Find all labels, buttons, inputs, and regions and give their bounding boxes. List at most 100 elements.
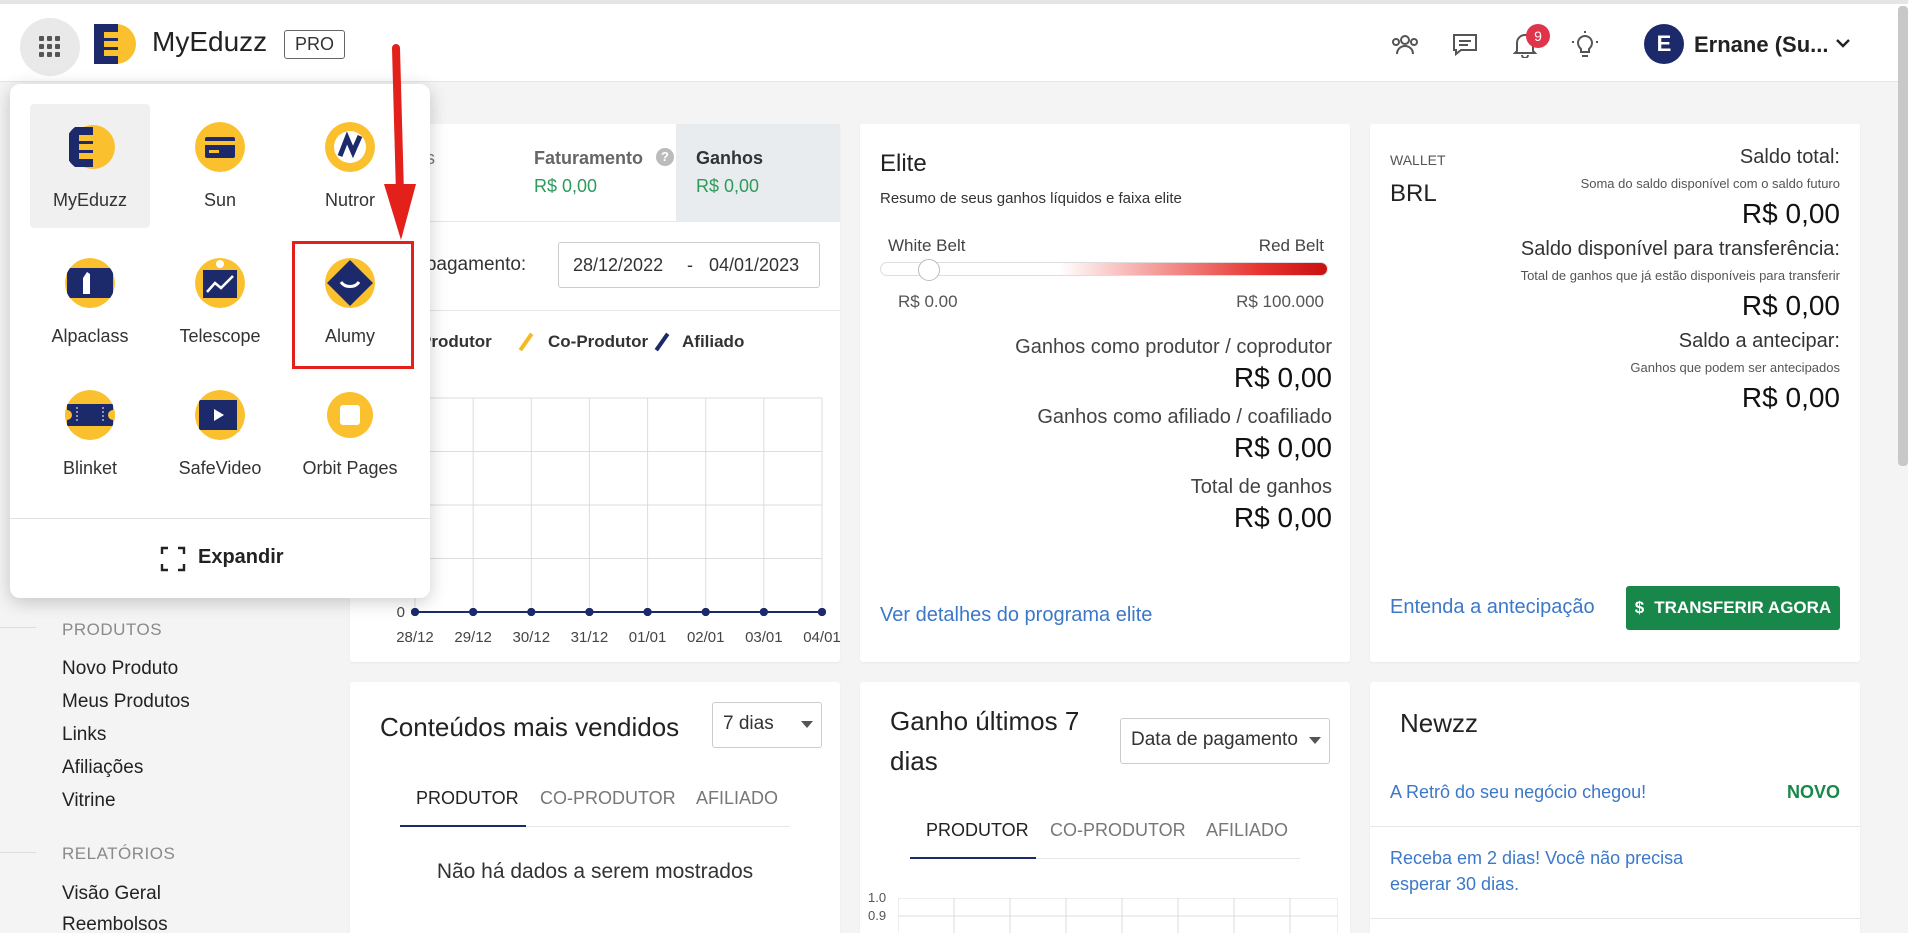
available-balance-value: R$ 0,00 (1741, 290, 1840, 321)
producer-earnings-label: Ganhos como produtor / coprodutor (1015, 336, 1332, 358)
help-icon[interactable]: ? (656, 148, 674, 166)
total-balance-value: R$ 0,00 (1741, 198, 1840, 229)
sidebar-section-produtos: PRODUTOS (62, 620, 163, 639)
sidebar-item-links[interactable]: Links (62, 724, 106, 746)
app-tile-sun[interactable]: Sun (160, 104, 280, 228)
legend-produtor[interactable]: Produtor (420, 332, 492, 352)
chat-icon[interactable] (1450, 30, 1480, 60)
elite-max-value: R$ 100.000 (1236, 292, 1324, 311)
data-point (818, 608, 826, 616)
newzz-card: Newzz A Retrô do seu negócio chegou! NOV… (1370, 682, 1860, 933)
caret-down-icon (1309, 737, 1321, 744)
transfer-now-label: TRANSFERIR AGORA (1654, 598, 1832, 617)
faturamento-label[interactable]: Faturamento (534, 148, 643, 169)
sun-card-icon (195, 122, 245, 172)
sidebar-item-visao-geral[interactable]: Visão Geral (62, 883, 161, 905)
news-item-2-days-line2[interactable]: esperar 30 dias. (1390, 874, 1519, 895)
total-balance-sub: Soma do saldo disponível com o saldo fut… (1580, 176, 1840, 191)
telescope-icon (195, 258, 245, 308)
total-earnings-label: Total de ganhos (1190, 476, 1332, 498)
elite-details-link[interactable]: Ver detalhes do programa elite (880, 604, 1152, 627)
tab-co-produtor[interactable]: CO-PRODUTOR (1050, 820, 1186, 841)
producer-earnings-value: R$ 0,00 (1233, 362, 1332, 393)
date-range-input[interactable]: 28/12/2022 - 04/01/2023 (558, 242, 820, 288)
period-select[interactable]: 7 dias (712, 702, 822, 748)
x-tick-label: 29/12 (454, 629, 492, 646)
gains-7-days-card: Ganho últimos 7 dias Data de pagamento P… (860, 682, 1350, 933)
sidebar-item-reembolsos[interactable]: Reembolsos (62, 914, 168, 933)
top-bar: MyEduzz PRO 9 E Ernane (Su... (0, 0, 1908, 82)
tab-produtor[interactable]: PRODUTOR (926, 820, 1029, 841)
chevron-down-icon[interactable] (1834, 36, 1852, 50)
sidebar-item-meus-produtos[interactable]: Meus Produtos (62, 691, 190, 713)
white-belt-label: White Belt (888, 236, 966, 255)
tab-produtor[interactable]: PRODUTOR (416, 788, 519, 809)
data-point (469, 608, 478, 616)
sidebar-item-vitrine[interactable]: Vitrine (62, 790, 116, 812)
expand-icon[interactable] (160, 546, 186, 572)
x-tick-label: 31/12 (571, 629, 609, 646)
dollar-icon: $ (1634, 598, 1645, 617)
date-to: 04/01/2023 (709, 255, 800, 275)
anticipate-sub: Ganhos que podem ser antecipados (1630, 360, 1840, 375)
tab-co-produtor[interactable]: CO-PRODUTOR (540, 788, 676, 809)
scrollbar[interactable] (1898, 6, 1908, 466)
apps-grid-button[interactable] (20, 18, 80, 76)
app-tile-telescope[interactable]: Telescope (160, 240, 280, 364)
tab-afiliado[interactable]: AFILIADO (696, 788, 778, 809)
empty-state-text: Não há dados a serem mostrados (436, 860, 754, 883)
user-name[interactable]: Ernane (Su... (1694, 32, 1828, 58)
highlight-box (292, 241, 414, 369)
app-tile-safevideo[interactable]: SafeVideo (160, 372, 280, 496)
available-balance-label: Saldo disponível para transferência: (1520, 238, 1840, 260)
eduzz-logo[interactable] (90, 20, 138, 68)
legend-afiliado-swatch (654, 332, 670, 352)
data-point (759, 608, 768, 616)
sidebar-section-relatorios: RELATÓRIOS (62, 844, 176, 863)
app-tile-myeduzz[interactable]: MyEduzz (30, 104, 150, 228)
red-belt-label: Red Belt (1258, 236, 1324, 255)
date-type-select-value: Data de pagamento (1131, 729, 1298, 750)
app-label: Alpaclass (51, 326, 129, 346)
elite-min-value: R$ 0.00 (898, 292, 958, 311)
sidebar-item-afiliacoes[interactable]: Afiliações (62, 757, 143, 779)
news-item-retro[interactable]: A Retrô do seu negócio chegou! (1390, 782, 1646, 803)
sidebar-item-novo-produto[interactable]: Novo Produto (62, 658, 178, 680)
transfer-now-button[interactable]: $ TRANSFERIR AGORA (1626, 586, 1840, 630)
anticipate-label: Saldo a antecipar: (1678, 330, 1840, 352)
legend-afiliado[interactable]: Afiliado (682, 332, 744, 352)
app-tile-blinket[interactable]: Blinket (30, 372, 150, 496)
legend-coprodutor[interactable]: Co-Produtor (548, 332, 648, 352)
app-label: Sun (203, 190, 237, 210)
tab-afiliado[interactable]: AFILIADO (1206, 820, 1288, 841)
gains-title-line2: dias (890, 746, 938, 776)
ganhos-label[interactable]: Ganhos (696, 148, 763, 169)
legend-coprodutor-swatch (518, 332, 534, 352)
app-tile-alpaclass[interactable]: Alpaclass (30, 240, 150, 364)
news-item-2-days-line1[interactable]: Receba em 2 dias! Você não precisa (1390, 848, 1683, 869)
y-tick-label: 1.0 (868, 890, 887, 905)
people-icon[interactable] (1390, 30, 1420, 60)
newzz-title: Newzz (1400, 708, 1479, 738)
active-tab-indicator (400, 825, 526, 827)
lightbulb-icon[interactable] (1570, 30, 1600, 60)
nutror-icon (325, 122, 375, 172)
app-tile-orbit-pages[interactable]: Orbit Pages (290, 372, 410, 496)
app-label: Orbit Pages (302, 458, 398, 478)
date-separator: - (687, 255, 693, 275)
new-badge: NOVO (1786, 782, 1840, 802)
affiliate-earnings-value: R$ 0,00 (1233, 432, 1332, 463)
gains-title-line1: Ganho últimos 7 (890, 706, 1080, 736)
pro-badge: PRO (284, 30, 346, 59)
myeduzz-icon (69, 125, 115, 169)
anticipation-info-link[interactable]: Entenda a antecipação (1390, 596, 1595, 619)
date-type-select[interactable]: Data de pagamento (1120, 718, 1330, 764)
expand-button[interactable]: Expandir (198, 546, 284, 569)
ganhos-value: R$ 0,00 (696, 176, 760, 196)
faturamento-value: R$ 0,00 (534, 176, 598, 196)
avatar[interactable]: E (1644, 24, 1684, 64)
x-tick-label: 02/01 (687, 629, 725, 646)
data-point (527, 608, 536, 616)
elite-progress-knob (918, 259, 940, 281)
ganhos-tab[interactable] (676, 124, 840, 222)
